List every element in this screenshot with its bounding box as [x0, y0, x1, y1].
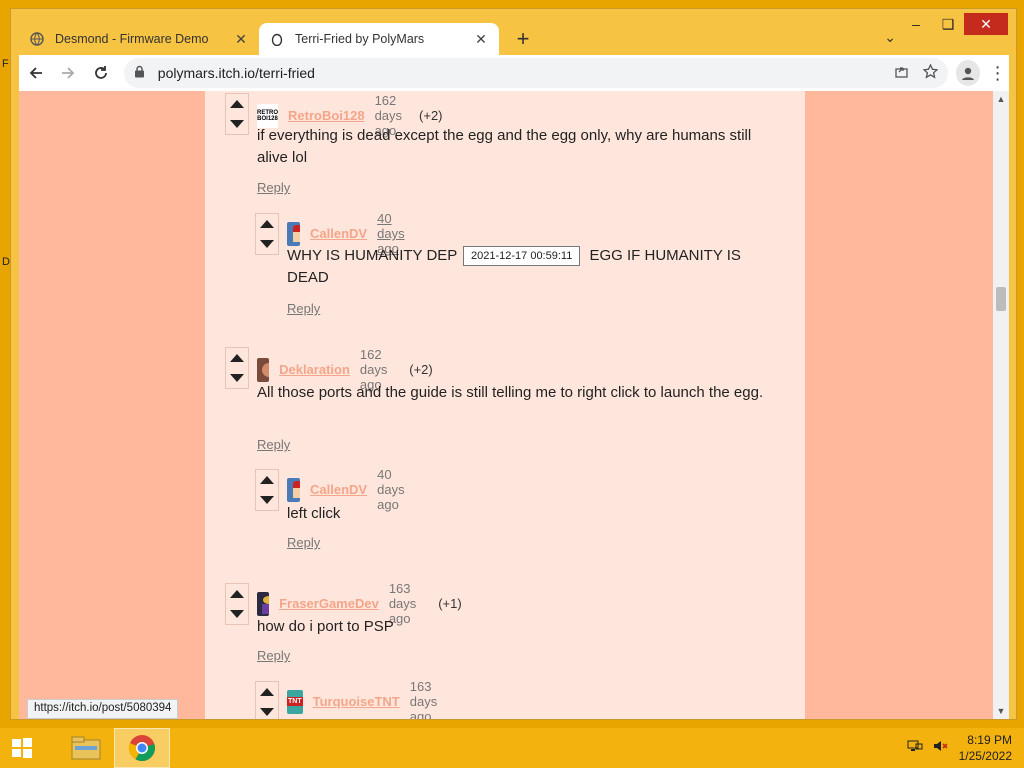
- scroll-up-icon[interactable]: ▲: [993, 91, 1009, 107]
- scroll-down-icon[interactable]: ▼: [993, 703, 1009, 719]
- comment-author[interactable]: CallenDV: [310, 226, 367, 241]
- vote-widget: [255, 681, 279, 719]
- page-viewport: RETRO BOI128 RetroBoi128 162 days ago (+…: [19, 91, 1009, 719]
- comment-body: how do i port to PSP: [257, 618, 394, 635]
- upvote-icon[interactable]: [230, 100, 244, 108]
- reply-link[interactable]: Reply: [257, 648, 290, 663]
- scroll-thumb[interactable]: [996, 287, 1006, 311]
- taskbar-clock[interactable]: 8:19 PM 1/25/2022: [959, 732, 1012, 764]
- comments-panel: RETRO BOI128 RetroBoi128 162 days ago (+…: [205, 91, 805, 719]
- comment-body-part: WHY IS HUMANITY DEP: [287, 247, 458, 264]
- comment-meta: TNT TurquoiseTNT 163 days ago: [287, 679, 446, 719]
- avatar[interactable]: [287, 221, 301, 246]
- star-icon[interactable]: [922, 63, 939, 82]
- share-icon[interactable]: [894, 64, 909, 82]
- avatar[interactable]: [257, 591, 270, 616]
- vertical-scrollbar[interactable]: ▲ ▼: [993, 91, 1009, 719]
- avatar[interactable]: TNT: [287, 689, 303, 714]
- reload-button[interactable]: [86, 57, 116, 89]
- comment-date[interactable]: 163 days ago: [410, 679, 446, 719]
- tab-title: Desmond - Firmware Demo: [55, 32, 209, 46]
- egg-icon: [269, 31, 285, 47]
- downvote-icon[interactable]: [230, 120, 244, 128]
- comment-author[interactable]: FraserGameDev: [279, 596, 379, 611]
- downvote-icon[interactable]: [260, 496, 274, 504]
- comment-author[interactable]: CallenDV: [310, 482, 367, 497]
- close-tab-icon[interactable]: ✕: [233, 31, 249, 48]
- upvote-icon[interactable]: [230, 590, 244, 598]
- upvote-icon[interactable]: [230, 354, 244, 362]
- tab-strip: Desmond - Firmware Demo ✕ Terri-Fried by…: [19, 21, 539, 55]
- comment-score: (+2): [419, 108, 443, 123]
- url-text: polymars.itch.io/terri-fried: [157, 65, 315, 81]
- lock-icon: [134, 65, 150, 81]
- desktop-glyph: F: [2, 58, 9, 70]
- upvote-icon[interactable]: [260, 220, 274, 228]
- address-bar[interactable]: polymars.itch.io/terri-fried: [123, 58, 948, 88]
- comment-author[interactable]: TurquoiseTNT: [313, 694, 400, 709]
- reply-link[interactable]: Reply: [257, 437, 290, 452]
- comment-body: All those ports and the guide is still t…: [257, 384, 764, 401]
- link-status-bar: https://itch.io/post/5080394: [27, 699, 179, 719]
- browser-toolbar: polymars.itch.io/terri-fried ⋮: [19, 55, 1009, 91]
- new-tab-button[interactable]: +: [507, 23, 539, 55]
- tab-desmond[interactable]: Desmond - Firmware Demo ✕: [19, 23, 259, 55]
- vote-widget: [225, 93, 249, 135]
- comment-score: (+1): [438, 596, 462, 611]
- network-icon[interactable]: [907, 739, 923, 758]
- close-tab-icon[interactable]: ✕: [473, 31, 489, 48]
- avatar-text: TNT: [287, 697, 303, 706]
- downvote-icon[interactable]: [260, 708, 274, 716]
- reply-link[interactable]: Reply: [257, 180, 290, 195]
- windows-logo-icon: [12, 738, 32, 758]
- browser-window: – ❑ ✕ Desmond - Firmware Demo ✕ Terri-Fr…: [10, 8, 1017, 720]
- chevron-down-icon[interactable]: ⌄: [884, 29, 896, 46]
- forward-button[interactable]: [53, 57, 83, 89]
- comment-score: (+2): [409, 362, 433, 377]
- tab-title: Terri-Fried by PolyMars: [295, 32, 425, 46]
- vote-widget: [225, 347, 249, 389]
- reply-link[interactable]: Reply: [287, 535, 320, 550]
- avatar[interactable]: RETRO BOI128: [257, 103, 278, 128]
- vote-widget: [225, 583, 249, 625]
- comment-body: left click: [287, 505, 341, 522]
- reply-link[interactable]: Reply: [287, 301, 320, 316]
- upvote-icon[interactable]: [260, 688, 274, 696]
- back-button[interactable]: [21, 57, 51, 89]
- chrome-taskbar-icon[interactable]: [114, 728, 170, 768]
- start-button[interactable]: [0, 728, 44, 768]
- menu-kebab-icon[interactable]: ⋮: [986, 63, 1009, 84]
- globe-icon: [29, 31, 45, 47]
- comment-author[interactable]: RetroBoi128: [288, 108, 365, 123]
- close-window-button[interactable]: ✕: [964, 13, 1008, 35]
- vote-widget: [255, 213, 279, 255]
- downvote-icon[interactable]: [230, 610, 244, 618]
- clock-date: 1/25/2022: [958, 749, 1012, 763]
- vote-widget: [255, 469, 279, 511]
- comment-body: if everything is dead except the egg and…: [257, 127, 752, 166]
- desktop-glyph: D: [2, 256, 10, 268]
- system-tray: 8:19 PM 1/25/2022: [907, 732, 1012, 764]
- avatar[interactable]: [287, 477, 301, 502]
- downvote-icon[interactable]: [230, 374, 244, 382]
- comment-author[interactable]: Deklaration: [279, 362, 350, 377]
- taskbar: 8:19 PM 1/25/2022: [0, 728, 1024, 768]
- window-controls: – ❑ ✕: [900, 13, 1008, 35]
- file-explorer-taskbar-icon[interactable]: [58, 728, 114, 768]
- upvote-icon[interactable]: [260, 476, 274, 484]
- tab-terri-fried[interactable]: Terri-Fried by PolyMars ✕: [259, 23, 499, 55]
- maximize-button[interactable]: ❑: [932, 13, 964, 35]
- minimize-button[interactable]: –: [900, 13, 932, 35]
- downvote-icon[interactable]: [260, 240, 274, 248]
- avatar[interactable]: [257, 357, 270, 382]
- date-tooltip: 2021-12-17 00:59:11: [463, 246, 581, 266]
- volume-muted-icon[interactable]: [933, 739, 949, 758]
- profile-avatar-icon[interactable]: [955, 60, 981, 86]
- clock-time: 8:19 PM: [967, 733, 1012, 747]
